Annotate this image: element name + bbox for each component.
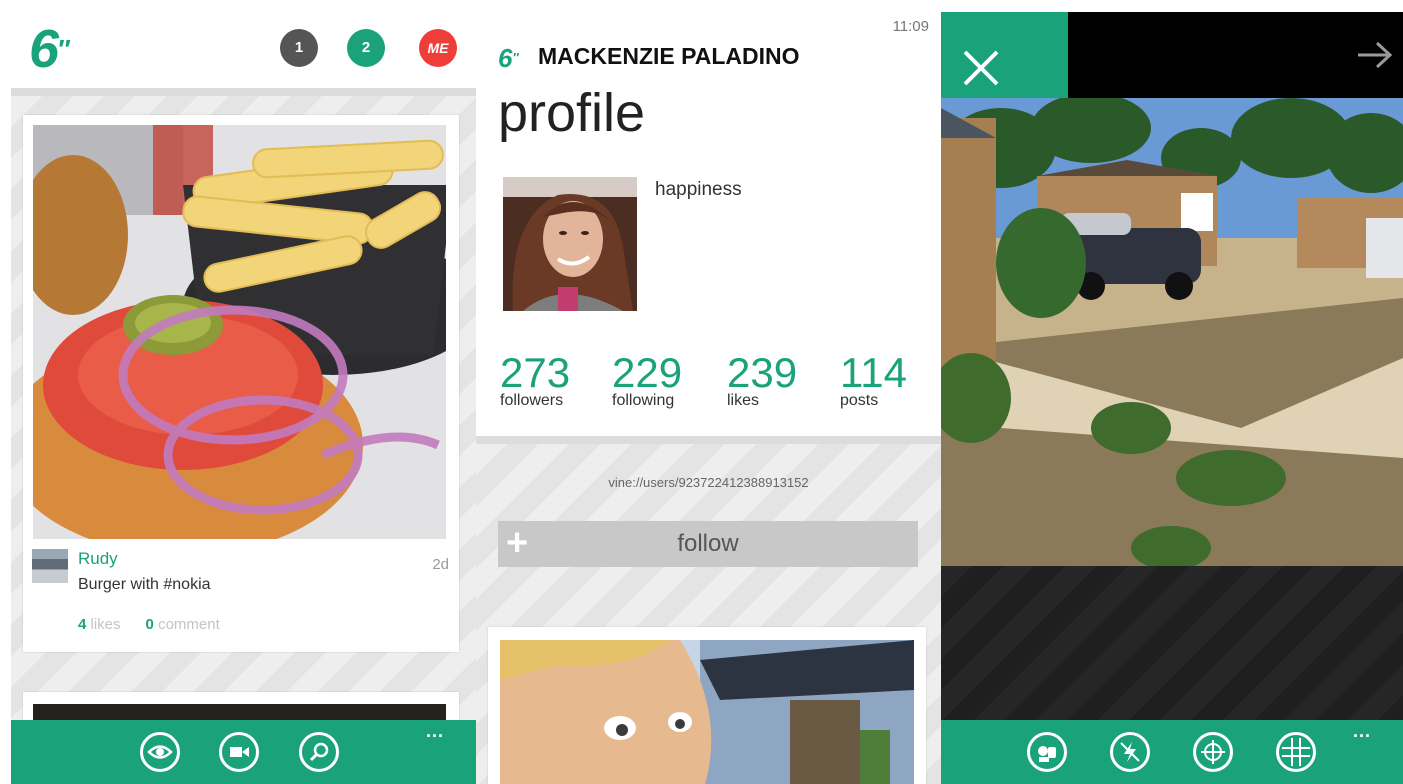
stat-likes[interactable]: 239 likes — [727, 352, 797, 410]
close-button[interactable] — [941, 12, 1068, 98]
notification-badge-2[interactable]: 2 — [347, 29, 385, 67]
stat-value: 273 — [500, 349, 571, 396]
feed-header: 6″ 1 2 ME — [11, 12, 476, 88]
more-options-button[interactable]: ... — [426, 722, 444, 740]
page-title: profile — [498, 83, 646, 143]
stat-posts[interactable]: 114 posts — [840, 352, 907, 410]
stat-label: followers — [500, 392, 564, 409]
follow-button[interactable]: + follow — [498, 521, 918, 567]
app-bar: ... — [11, 720, 476, 784]
stat-value: 114 — [840, 349, 907, 396]
profile-panel: 11:09 6″ MACKENZIE PALADINO profile happ… — [476, 12, 941, 784]
arrow-right-icon[interactable] — [1355, 40, 1395, 70]
follow-label: follow — [677, 530, 739, 557]
close-icon — [963, 50, 999, 86]
app-logo[interactable]: 6″ — [29, 22, 70, 76]
profile-uri: vine://users/923722412388913152 — [608, 475, 809, 490]
comments-count[interactable]: 0 — [146, 616, 154, 633]
focus-icon[interactable] — [1193, 732, 1233, 772]
post-username[interactable]: Rudy — [78, 549, 118, 569]
flash-off-icon[interactable] — [1110, 732, 1150, 772]
stat-following[interactable]: 229 following — [612, 352, 682, 410]
app-logo: 6″ — [498, 43, 519, 73]
post-age: 2d — [432, 556, 449, 573]
app-bar: ... — [941, 720, 1403, 784]
feed-panel: 6″ 1 2 ME Rudy 2d Burger with #nokia 4 l… — [11, 12, 476, 784]
user-avatar[interactable] — [32, 549, 68, 583]
profile-user-name: MACKENZIE PALADINO — [538, 43, 800, 69]
post-stats: 4 likes 0 comment — [78, 616, 220, 633]
eye-icon[interactable] — [140, 732, 180, 772]
profile-avatar[interactable] — [503, 177, 637, 311]
camera-controls-area — [941, 566, 1403, 720]
profile-bio: happiness — [655, 179, 742, 200]
camera-viewfinder[interactable] — [941, 98, 1403, 566]
section-divider — [476, 436, 941, 444]
stat-followers[interactable]: 273 followers — [500, 352, 570, 410]
status-time: 11:09 — [892, 18, 929, 35]
post-image[interactable] — [33, 125, 446, 539]
notification-badge-1[interactable]: 1 — [280, 29, 318, 67]
stat-value: 239 — [727, 349, 798, 396]
stat-label: following — [612, 392, 675, 409]
more-options-button[interactable]: ... — [1353, 722, 1371, 740]
post-card[interactable]: Rudy 2d Burger with #nokia 4 likes 0 com… — [23, 115, 459, 652]
likes-count[interactable]: 4 — [78, 616, 86, 633]
likes-label[interactable]: likes — [91, 616, 121, 633]
camera-panel: ... — [941, 12, 1403, 784]
grid-icon[interactable] — [1276, 732, 1316, 772]
video-camera-icon[interactable] — [219, 732, 259, 772]
stat-value: 229 — [612, 349, 683, 396]
post-image[interactable] — [500, 640, 914, 784]
switch-camera-icon[interactable] — [1027, 732, 1067, 772]
header-divider — [11, 88, 476, 96]
search-icon[interactable] — [299, 732, 339, 772]
comments-label[interactable]: comment — [158, 616, 220, 633]
post-card[interactable] — [488, 627, 926, 784]
me-profile-button[interactable]: ME — [419, 29, 457, 67]
post-caption: Burger with #nokia — [78, 576, 211, 593]
